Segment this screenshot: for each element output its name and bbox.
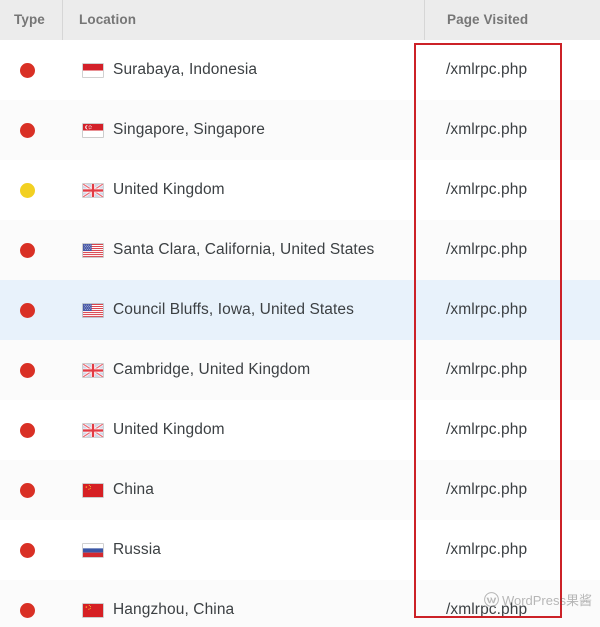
location-text: United Kingdom [113, 181, 225, 199]
table-row[interactable]: Singapore, Singapore/xmlrpc.php [0, 100, 600, 160]
table-row[interactable]: Hangzhou, China/xmlrpc.php [0, 580, 600, 627]
cell-type [0, 423, 62, 438]
location-text: China [113, 481, 154, 499]
cell-type [0, 303, 62, 318]
cell-type [0, 363, 62, 378]
cell-location: Singapore, Singapore [62, 121, 424, 139]
flag-icon-indonesia [82, 63, 104, 78]
flag-icon-united-kingdom [82, 363, 104, 378]
cell-type [0, 63, 62, 78]
column-header-location[interactable]: Location [62, 0, 424, 40]
location-text: Russia [113, 541, 161, 559]
cell-location: Surabaya, Indonesia [62, 61, 424, 79]
cell-location: Russia [62, 541, 424, 559]
flag-icon-china [82, 483, 104, 498]
cell-page-visited[interactable]: /xmlrpc.php [424, 241, 600, 259]
cell-page-visited[interactable]: /xmlrpc.php [424, 301, 600, 319]
status-dot-red [20, 543, 35, 558]
table-row[interactable]: China/xmlrpc.php [0, 460, 600, 520]
location-text: Cambridge, United Kingdom [113, 361, 310, 379]
location-text: Hangzhou, China [113, 601, 234, 619]
column-header-type[interactable]: Type [0, 0, 62, 40]
flag-icon-singapore [82, 123, 104, 138]
table-row[interactable]: Council Bluffs, Iowa, United States/xmlr… [0, 280, 600, 340]
flag-icon-china [82, 603, 104, 618]
location-text: Council Bluffs, Iowa, United States [113, 301, 354, 319]
cell-location: United Kingdom [62, 181, 424, 199]
cell-page-visited[interactable]: /xmlrpc.php [424, 121, 600, 139]
cell-page-visited[interactable]: /xmlrpc.php [424, 421, 600, 439]
table-header-row: Type Location Page Visited [0, 0, 600, 40]
table-row[interactable]: Santa Clara, California, United States/x… [0, 220, 600, 280]
status-dot-red [20, 123, 35, 138]
cell-type [0, 243, 62, 258]
status-dot-red [20, 483, 35, 498]
cell-page-visited[interactable]: /xmlrpc.php [424, 361, 600, 379]
activity-log-table-panel: Type Location Page Visited Surabaya, Ind… [0, 0, 600, 627]
cell-type [0, 123, 62, 138]
cell-location: Santa Clara, California, United States [62, 241, 424, 259]
cell-type [0, 543, 62, 558]
status-dot-yellow [20, 183, 35, 198]
location-text: Santa Clara, California, United States [113, 241, 374, 259]
cell-location: United Kingdom [62, 421, 424, 439]
table-row[interactable]: Russia/xmlrpc.php [0, 520, 600, 580]
cell-location: Council Bluffs, Iowa, United States [62, 301, 424, 319]
flag-icon-united-kingdom [82, 183, 104, 198]
location-text: Singapore, Singapore [113, 121, 265, 139]
status-dot-red [20, 303, 35, 318]
cell-location: Cambridge, United Kingdom [62, 361, 424, 379]
cell-page-visited[interactable]: /xmlrpc.php [424, 481, 600, 499]
cell-type [0, 183, 62, 198]
table-row[interactable]: United Kingdom/xmlrpc.php [0, 400, 600, 460]
table-row[interactable]: United Kingdom/xmlrpc.php [0, 160, 600, 220]
cell-location: Hangzhou, China [62, 601, 424, 619]
status-dot-red [20, 423, 35, 438]
status-dot-red [20, 603, 35, 618]
cell-type [0, 483, 62, 498]
table-body: Surabaya, Indonesia/xmlrpc.phpSingapore,… [0, 40, 600, 627]
status-dot-red [20, 243, 35, 258]
flag-icon-united-kingdom [82, 423, 104, 438]
cell-type [0, 603, 62, 618]
status-dot-red [20, 363, 35, 378]
flag-icon-united-states [82, 303, 104, 318]
flag-icon-united-states [82, 243, 104, 258]
cell-location: China [62, 481, 424, 499]
table-row[interactable]: Surabaya, Indonesia/xmlrpc.php [0, 40, 600, 100]
column-header-page-visited[interactable]: Page Visited [424, 0, 600, 40]
status-dot-red [20, 63, 35, 78]
location-text: Surabaya, Indonesia [113, 61, 257, 79]
location-text: United Kingdom [113, 421, 225, 439]
cell-page-visited[interactable]: /xmlrpc.php [424, 541, 600, 559]
cell-page-visited[interactable]: /xmlrpc.php [424, 181, 600, 199]
cell-page-visited[interactable]: /xmlrpc.php [424, 61, 600, 79]
flag-icon-russia [82, 543, 104, 558]
cell-page-visited[interactable]: /xmlrpc.php [424, 601, 600, 619]
table-row[interactable]: Cambridge, United Kingdom/xmlrpc.php [0, 340, 600, 400]
